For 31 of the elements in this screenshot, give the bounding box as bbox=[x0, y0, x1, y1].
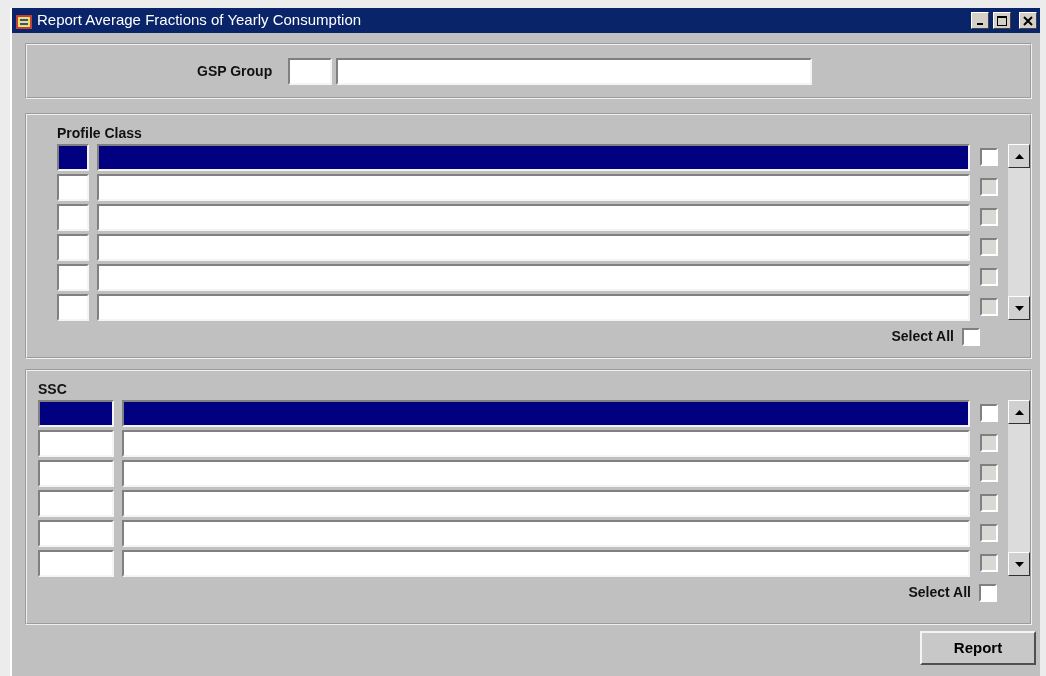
maximize-icon bbox=[997, 15, 1007, 26]
code-field[interactable] bbox=[288, 57, 333, 85]
minimize-icon bbox=[977, 23, 983, 25]
scroll-up-button[interactable] bbox=[1008, 400, 1030, 424]
arrow-up-icon bbox=[1014, 153, 1024, 159]
checkbox[interactable] bbox=[980, 404, 998, 422]
scroll-down-button[interactable] bbox=[1008, 296, 1030, 320]
description-field[interactable] bbox=[97, 143, 970, 171]
section-label: SSC bbox=[38, 381, 68, 398]
arrow-down-icon bbox=[1014, 561, 1024, 567]
select-all-label: Select All bbox=[908, 583, 971, 602]
select-all-label: Select All bbox=[891, 327, 954, 346]
window-title: Report Average Fractions of Yearly Consumption bbox=[37, 10, 363, 31]
select-all-checkbox[interactable] bbox=[962, 327, 980, 346]
arrow-down-icon bbox=[1014, 305, 1024, 311]
minimize-button[interactable] bbox=[971, 12, 989, 29]
name-field[interactable] bbox=[336, 57, 813, 85]
arrow-up-icon bbox=[1014, 409, 1024, 415]
scroll-down-button[interactable] bbox=[1008, 552, 1030, 576]
description-field[interactable] bbox=[122, 399, 970, 427]
field-label: GSP Group bbox=[197, 61, 273, 81]
code-field[interactable] bbox=[57, 143, 89, 171]
close-icon bbox=[1023, 15, 1033, 26]
scroll-up-button[interactable] bbox=[1008, 144, 1030, 168]
report-button[interactable]: Report bbox=[920, 631, 1036, 665]
code-field[interactable] bbox=[38, 399, 114, 427]
close-button[interactable] bbox=[1019, 12, 1037, 29]
section-label: Profile Class bbox=[57, 125, 143, 142]
select-all-checkbox[interactable] bbox=[979, 583, 997, 602]
maximize-button[interactable] bbox=[993, 12, 1011, 29]
checkbox[interactable] bbox=[980, 148, 998, 166]
